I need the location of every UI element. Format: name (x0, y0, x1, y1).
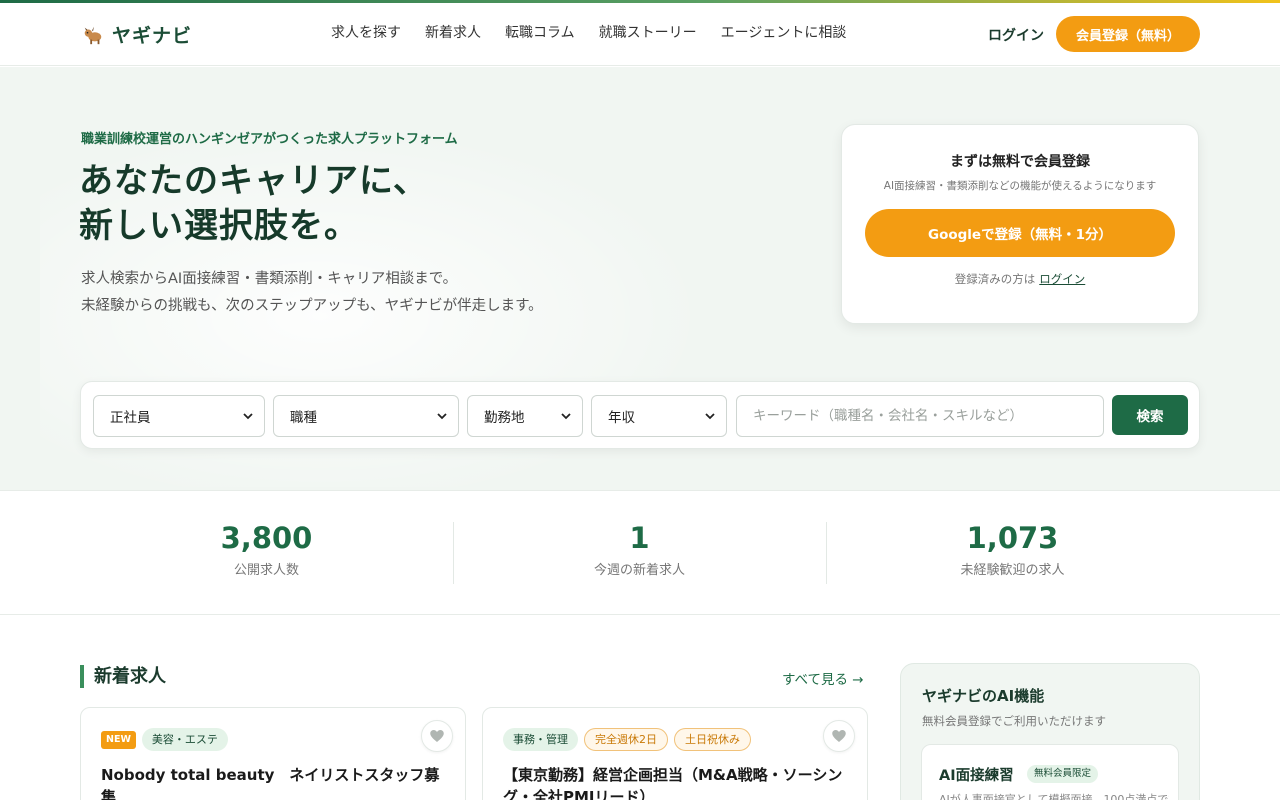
signup-subtitle: AI面接練習・書類添削などの機能が使えるようになります (883, 180, 1157, 192)
heart-icon (832, 730, 846, 742)
hero-title-line1: あなたのキャリアに、 (79, 161, 428, 201)
nav-item-stories[interactable]: 就職ストーリー (599, 22, 697, 42)
feature-tag: 土日祝休み (674, 728, 751, 751)
chevron-down-icon (437, 413, 447, 420)
google-register-button[interactable]: Googleで登録（無料・1分） (865, 209, 1175, 257)
chevron-down-icon (705, 413, 715, 420)
search-panel: 正社員 職種 勤務地 年収 検索 (80, 381, 1200, 449)
heart-icon (430, 730, 444, 742)
register-button[interactable]: 会員登録（無料） (1056, 16, 1200, 52)
logo[interactable]: ヤギナビ (82, 21, 192, 48)
signup-footer: 登録済みの方は ログイン (842, 271, 1198, 287)
stat-label: 未経験歓迎の求人 (960, 563, 1065, 578)
stats-section: 3,800 公開求人数 1 今週の新着求人 1,073 未経験歓迎の求人 (0, 490, 1280, 615)
stat-total-jobs: 3,800 公開求人数 (80, 491, 453, 578)
goat-logo-icon (84, 26, 102, 44)
job-type-select[interactable]: 職種 (273, 395, 459, 437)
login-link[interactable]: ログイン (988, 25, 1044, 45)
see-all-link[interactable]: すべて見る → (782, 668, 864, 688)
hero-section: 職業訓練校運営のハンギンゼアがつくった求人プラットフォーム あなたのキャリアに、… (0, 67, 1280, 490)
job-type-value: 職種 (290, 410, 317, 426)
salary-value: 年収 (608, 410, 635, 426)
new-badge: NEW (101, 731, 136, 749)
new-jobs-title: 新着求人 (80, 665, 166, 688)
job-card[interactable]: 事務・管理 完全週休2日 土日祝休み 【東京勤務】経営企画担当（M&A戦略・ソー… (482, 707, 868, 800)
main-nav: 求人を探す 新着求人 転職コラム 就職ストーリー エージェントに相談 (331, 22, 846, 42)
hero-desc-line2: 未経験からの挑戦も、次のステップアップも、ヤギナビが伴走します。 (81, 298, 543, 314)
members-only-badge: 無料会員限定 (1027, 765, 1099, 783)
stat-value: 1 (629, 521, 650, 555)
category-tag: 美容・エステ (141, 728, 228, 751)
ai-feature-title: AI面接練習 (939, 768, 1014, 784)
chevron-down-icon (561, 413, 571, 420)
stat-value: 1,073 (966, 521, 1059, 555)
search-button[interactable]: 検索 (1112, 395, 1188, 435)
salary-select[interactable]: 年収 (591, 395, 727, 437)
feature-tag: 完全週休2日 (584, 728, 668, 751)
location-select[interactable]: 勤務地 (467, 395, 583, 437)
stat-weekly-new: 1 今週の新着求人 (453, 491, 826, 578)
nav-item-agent[interactable]: エージェントに相談 (721, 22, 847, 42)
nav-item-new-jobs[interactable]: 新着求人 (425, 22, 481, 42)
ai-panel-subtitle: 無料会員登録でご利用いただけます (922, 714, 1106, 728)
job-tags: 事務・管理 完全週休2日 土日祝休み (503, 728, 751, 751)
category-tag: 事務・管理 (503, 728, 578, 751)
logo-text: ヤギナビ (112, 25, 193, 47)
job-card[interactable]: NEW 美容・エステ Nobody total beauty ネイリストスタッフ… (80, 707, 466, 800)
job-tags: NEW 美容・エステ (101, 728, 228, 751)
chevron-down-icon (243, 413, 253, 420)
hero-title: あなたのキャリアに、 新しい選択肢を。 (79, 159, 428, 249)
stat-inexperienced: 1,073 未経験歓迎の求人 (826, 491, 1199, 578)
stat-label: 公開求人数 (233, 563, 299, 578)
signup-title: まずは無料で会員登録 (950, 154, 1090, 170)
hero-description: 求人検索からAI面接練習・書類添削・キャリア相談まで。 未経験からの挑戦も、次の… (81, 266, 543, 320)
stat-value: 3,800 (220, 521, 313, 555)
hero-desc-line1: 求人検索からAI面接練習・書類添削・キャリア相談まで。 (81, 271, 458, 287)
signup-login-link[interactable]: ログイン (1039, 272, 1085, 286)
signup-card: まずは無料で会員登録 AI面接練習・書類添削などの機能が使えるようになります G… (841, 124, 1199, 324)
keyword-input[interactable] (736, 395, 1104, 437)
stat-label: 今週の新着求人 (593, 563, 685, 578)
ai-panel-title: ヤギナビのAI機能 (922, 687, 1045, 705)
ai-features-panel: ヤギナビのAI機能 無料会員登録でご利用いただけます AI面接練習 無料会員限定… (900, 663, 1200, 800)
favorite-button[interactable] (421, 720, 453, 752)
hero-eyebrow: 職業訓練校運営のハンギンゼアがつくった求人プラットフォーム (81, 132, 458, 147)
job-title: Nobody total beauty ネイリストスタッフ募集 (101, 766, 440, 800)
employment-type-value: 正社員 (110, 410, 151, 426)
nav-item-column[interactable]: 転職コラム (505, 22, 575, 42)
location-value: 勤務地 (484, 410, 525, 426)
ai-feature-desc: AIが人事面接官として模擬面接、100点満点で評価します (939, 793, 1169, 800)
site-header: ヤギナビ 求人を探す 新着求人 転職コラム 就職ストーリー エージェントに相談 … (0, 3, 1280, 66)
ai-feature-card[interactable]: AI面接練習 無料会員限定 AIが人事面接官として模擬面接、100点満点で評価し… (921, 744, 1179, 800)
employment-type-select[interactable]: 正社員 (93, 395, 265, 437)
nav-item-job-search[interactable]: 求人を探す (331, 22, 401, 42)
favorite-button[interactable] (823, 720, 855, 752)
hero-title-line2: 新しい選択肢を。 (79, 206, 359, 246)
job-title: 【東京勤務】経営企画担当（M&A戦略・ソーシング・全社PMIリード） (503, 766, 843, 800)
signup-footer-text: 登録済みの方は (954, 272, 1036, 286)
